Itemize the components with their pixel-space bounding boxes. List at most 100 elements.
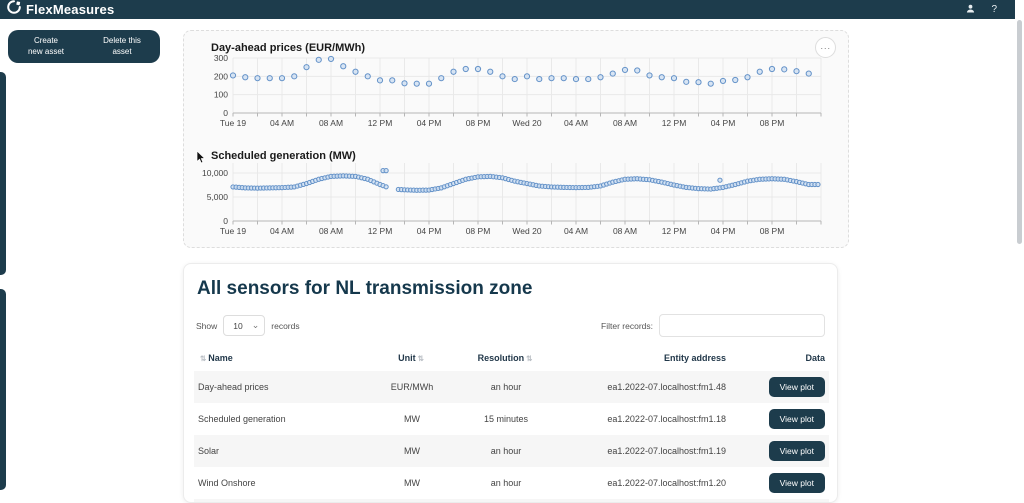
resolution-cell: an hour [462, 499, 550, 503]
brand-name: FlexMeasures [26, 2, 114, 17]
table-controls: Show 10 ⌄ records Filter records: [196, 314, 825, 337]
brand[interactable]: FlexMeasures [7, 0, 114, 19]
sort-icon: ⇅ [200, 354, 206, 363]
filter-records-input[interactable] [659, 314, 825, 337]
flexmeasures-logo-icon [7, 0, 21, 19]
svg-text:08 AM: 08 AM [319, 226, 343, 236]
svg-text:04 AM: 04 AM [564, 118, 588, 128]
resolution-cell: an hour [462, 435, 550, 467]
svg-text:Tue 19: Tue 19 [220, 118, 246, 128]
svg-text:5,000: 5,000 [207, 192, 229, 202]
unit-cell: MW [362, 403, 462, 435]
column-header-data: Data [730, 345, 829, 371]
svg-text:08 PM: 08 PM [466, 118, 491, 128]
column-header-entity-address: Entity address [550, 345, 730, 371]
charts-card: ··· Day-ahead prices (EUR/MWh) 010020030… [183, 30, 849, 248]
page-size-value: 10 [233, 321, 242, 331]
show-label: Show [196, 321, 217, 331]
create-asset-label-line1: Create [34, 36, 58, 46]
sensor-name-cell: Solar [194, 435, 362, 467]
sensor-name-cell: Wind Offshore [194, 499, 362, 503]
sidebar-edge-strip-top[interactable] [0, 72, 6, 275]
view-plot-button[interactable]: View plot [769, 441, 825, 461]
create-new-asset-button[interactable]: Create new asset [8, 30, 84, 63]
records-label: records [271, 321, 299, 331]
resolution-cell: 15 minutes [462, 403, 550, 435]
svg-text:04 PM: 04 PM [711, 118, 736, 128]
svg-text:200: 200 [214, 71, 228, 81]
top-navbar: FlexMeasures ? [0, 0, 1015, 19]
entity-address-cell: ea1.2022-07.localhost:fm1.19 [550, 435, 730, 467]
table-row: Wind OffshoreMWan hourea1.2022-07.localh… [194, 499, 829, 503]
day-ahead-prices-chart[interactable]: 0 100 200 300 Tue 19 04 AM 08 AM 12 PM 04 PM 08 P… [184, 53, 850, 133]
svg-text:04 AM: 04 AM [564, 226, 588, 236]
delete-asset-label-line1: Delete this [103, 36, 141, 46]
sensors-table-body: Day-ahead pricesEUR/MWhan hourea1.2022-0… [194, 371, 829, 503]
svg-text:04 AM: 04 AM [270, 226, 294, 236]
entity-address-cell: ea1.2022-07.localhost:fm1.21 [550, 499, 730, 503]
unit-cell: EUR/MWh [362, 371, 462, 403]
svg-text:08 AM: 08 AM [613, 226, 637, 236]
view-plot-button[interactable]: View plot [769, 409, 825, 429]
unit-cell: MW [362, 499, 462, 503]
svg-text:12 PM: 12 PM [662, 118, 687, 128]
svg-text:0: 0 [223, 216, 228, 226]
svg-text:0: 0 [223, 108, 228, 118]
sensor-name-cell: Wind Onshore [194, 467, 362, 499]
create-asset-label-line2: new asset [28, 47, 64, 57]
data-cell: View plot [730, 435, 829, 467]
svg-text:08 AM: 08 AM [319, 118, 343, 128]
chevron-down-icon: ⌄ [252, 321, 260, 330]
table-row: Wind OnshoreMWan hourea1.2022-07.localho… [194, 467, 829, 499]
view-plot-button[interactable]: View plot [769, 473, 825, 493]
svg-text:300: 300 [214, 53, 228, 63]
vertical-scrollbar-thumb[interactable] [1017, 20, 1022, 244]
sensors-card: All sensors for NL transmission zone Sho… [183, 263, 838, 503]
table-header-row: ⇅Name Unit⇅ Resolution⇅ Entity address D… [194, 345, 829, 371]
svg-text:100: 100 [214, 90, 228, 100]
column-header-resolution[interactable]: Resolution⇅ [462, 345, 550, 371]
svg-text:12 PM: 12 PM [368, 226, 393, 236]
resolution-cell: an hour [462, 467, 550, 499]
svg-text:08 PM: 08 PM [760, 226, 785, 236]
data-cell: View plot [730, 499, 829, 503]
delete-asset-button[interactable]: Delete this asset [84, 30, 160, 63]
svg-text:04 PM: 04 PM [711, 226, 736, 236]
sensor-name-cell: Day-ahead prices [194, 371, 362, 403]
entity-address-cell: ea1.2022-07.localhost:fm1.20 [550, 467, 730, 499]
svg-text:04 AM: 04 AM [270, 118, 294, 128]
svg-text:08 AM: 08 AM [613, 118, 637, 128]
delete-asset-label-line2: asset [112, 47, 131, 57]
svg-text:04 PM: 04 PM [417, 118, 442, 128]
sensors-table: ⇅Name Unit⇅ Resolution⇅ Entity address D… [194, 345, 829, 503]
table-row: Scheduled generationMW15 minutesea1.2022… [194, 403, 829, 435]
page-size-select[interactable]: 10 ⌄ [223, 315, 265, 336]
scheduled-generation-chart[interactable]: 0 5,000 10,000 Tue 19 04 AM 08 AM 12 PM 04 PM 08… [184, 161, 850, 241]
column-header-unit[interactable]: Unit⇅ [362, 345, 462, 371]
unit-cell: MW [362, 435, 462, 467]
table-row: SolarMWan hourea1.2022-07.localhost:fm1.… [194, 435, 829, 467]
svg-text:08 PM: 08 PM [760, 118, 785, 128]
svg-text:Wed 20: Wed 20 [512, 226, 541, 236]
svg-text:Wed 20: Wed 20 [512, 118, 541, 128]
page-title: All sensors for NL transmission zone [197, 278, 837, 300]
table-row: Day-ahead pricesEUR/MWhan hourea1.2022-0… [194, 371, 829, 403]
filter-label: Filter records: [601, 321, 653, 331]
sort-icon: ⇅ [526, 354, 532, 363]
user-icon[interactable] [966, 4, 975, 16]
svg-text:10,000: 10,000 [202, 168, 228, 178]
asset-actions: Create new asset Delete this asset [8, 30, 160, 63]
entity-address-cell: ea1.2022-07.localhost:fm1.18 [550, 403, 730, 435]
view-plot-button[interactable]: View plot [769, 377, 825, 397]
sidebar-edge-strip-bottom[interactable] [0, 289, 6, 490]
data-cell: View plot [730, 403, 829, 435]
column-header-name[interactable]: ⇅Name [194, 345, 362, 371]
help-icon[interactable]: ? [991, 5, 997, 15]
svg-text:12 PM: 12 PM [662, 226, 687, 236]
resolution-cell: an hour [462, 371, 550, 403]
svg-text:08 PM: 08 PM [466, 226, 491, 236]
data-cell: View plot [730, 467, 829, 499]
entity-address-cell: ea1.2022-07.localhost:fm1.48 [550, 371, 730, 403]
svg-text:Tue 19: Tue 19 [220, 226, 246, 236]
unit-cell: MW [362, 467, 462, 499]
